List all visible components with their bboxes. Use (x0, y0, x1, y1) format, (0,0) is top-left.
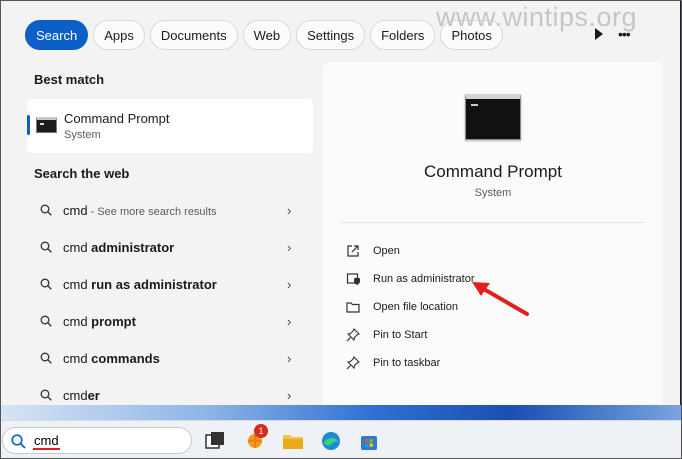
command-prompt-icon (465, 94, 521, 140)
action-label: Open file location (373, 301, 458, 313)
chevron-right-icon: › (287, 388, 292, 403)
web-result-label: cmd - See more search results (63, 203, 217, 218)
web-result-label: cmd administrator (63, 240, 175, 255)
search-icon (11, 434, 26, 449)
best-match-name: Command Prompt (64, 111, 170, 126)
search-icon (40, 389, 52, 401)
tab-apps[interactable]: Apps (93, 20, 145, 50)
chevron-right-icon: › (287, 314, 292, 329)
tab-web[interactable]: Web (242, 20, 292, 50)
action-label: Pin to taskbar (373, 357, 441, 369)
search-icon (40, 352, 52, 364)
search-icon (40, 278, 52, 290)
chevron-right-icon: › (287, 351, 292, 366)
tab-documents[interactable]: Documents (149, 20, 238, 50)
search-input[interactable]: cmd (34, 433, 59, 448)
search-web-heading: Search the web (34, 166, 130, 181)
tab-folders[interactable]: Folders (370, 20, 436, 50)
web-result-label: cmd run as administrator (63, 277, 217, 292)
task-view-icon[interactable] (203, 429, 227, 453)
pin-icon (346, 328, 360, 342)
folder-icon (346, 302, 360, 313)
more-icon[interactable]: ••• (618, 26, 631, 42)
web-result-label: cmder (63, 388, 100, 403)
divider (341, 222, 645, 223)
web-result[interactable]: cmd commands › (27, 340, 313, 377)
tab-search[interactable]: Search (25, 20, 89, 50)
chevron-right-icon: › (287, 240, 292, 255)
detail-app-type: System (474, 187, 512, 199)
action-label: Open (373, 245, 400, 257)
pin-icon (346, 356, 360, 370)
edge-icon[interactable] (319, 429, 343, 453)
play-icon[interactable] (595, 28, 603, 40)
highlight-underline (33, 448, 60, 450)
action-label: Run as administrator (373, 273, 475, 285)
action-label: Pin to Start (373, 329, 428, 341)
best-match-type: System (64, 129, 101, 141)
web-result[interactable]: cmd administrator › (27, 229, 313, 266)
web-result[interactable]: cmd prompt › (27, 303, 313, 340)
web-results-list: cmd - See more search results › cmd admi… (27, 192, 313, 414)
web-result-label: cmd commands (63, 351, 160, 366)
watermark: www.wintips.org (436, 2, 638, 32)
web-result[interactable]: cmd run as administrator › (27, 266, 313, 303)
shield-icon (346, 273, 360, 285)
file-explorer-icon[interactable] (281, 429, 305, 453)
tab-settings[interactable]: Settings (296, 20, 366, 50)
filter-tabs: Search Apps Documents Web Settings Folde… (25, 20, 503, 50)
best-match-heading: Best match (34, 72, 105, 87)
selection-indicator (27, 115, 30, 135)
chevron-right-icon: › (287, 203, 292, 218)
start-search-panel: Search Apps Documents Web Settings Folde… (0, 0, 680, 410)
detail-app-name: Command Prompt (424, 162, 562, 181)
search-icon (40, 315, 52, 327)
store-icon[interactable] (357, 429, 381, 453)
command-prompt-icon (36, 117, 57, 133)
chevron-right-icon: › (287, 277, 292, 292)
detail-pane: Command Prompt System Open Run as admini… (323, 62, 663, 410)
open-icon (347, 245, 359, 257)
web-result[interactable]: cmd - See more search results › (27, 192, 313, 229)
annotation-arrow-icon (472, 282, 529, 316)
notification-badge: 1 (254, 424, 268, 438)
web-result-label: cmd prompt (63, 314, 136, 329)
taskbar-search-box[interactable]: cmd (2, 427, 192, 454)
search-icon (40, 204, 52, 216)
search-icon (40, 241, 52, 253)
best-match-item[interactable]: Command Prompt System (27, 99, 313, 153)
taskbar: cmd (0, 420, 682, 459)
